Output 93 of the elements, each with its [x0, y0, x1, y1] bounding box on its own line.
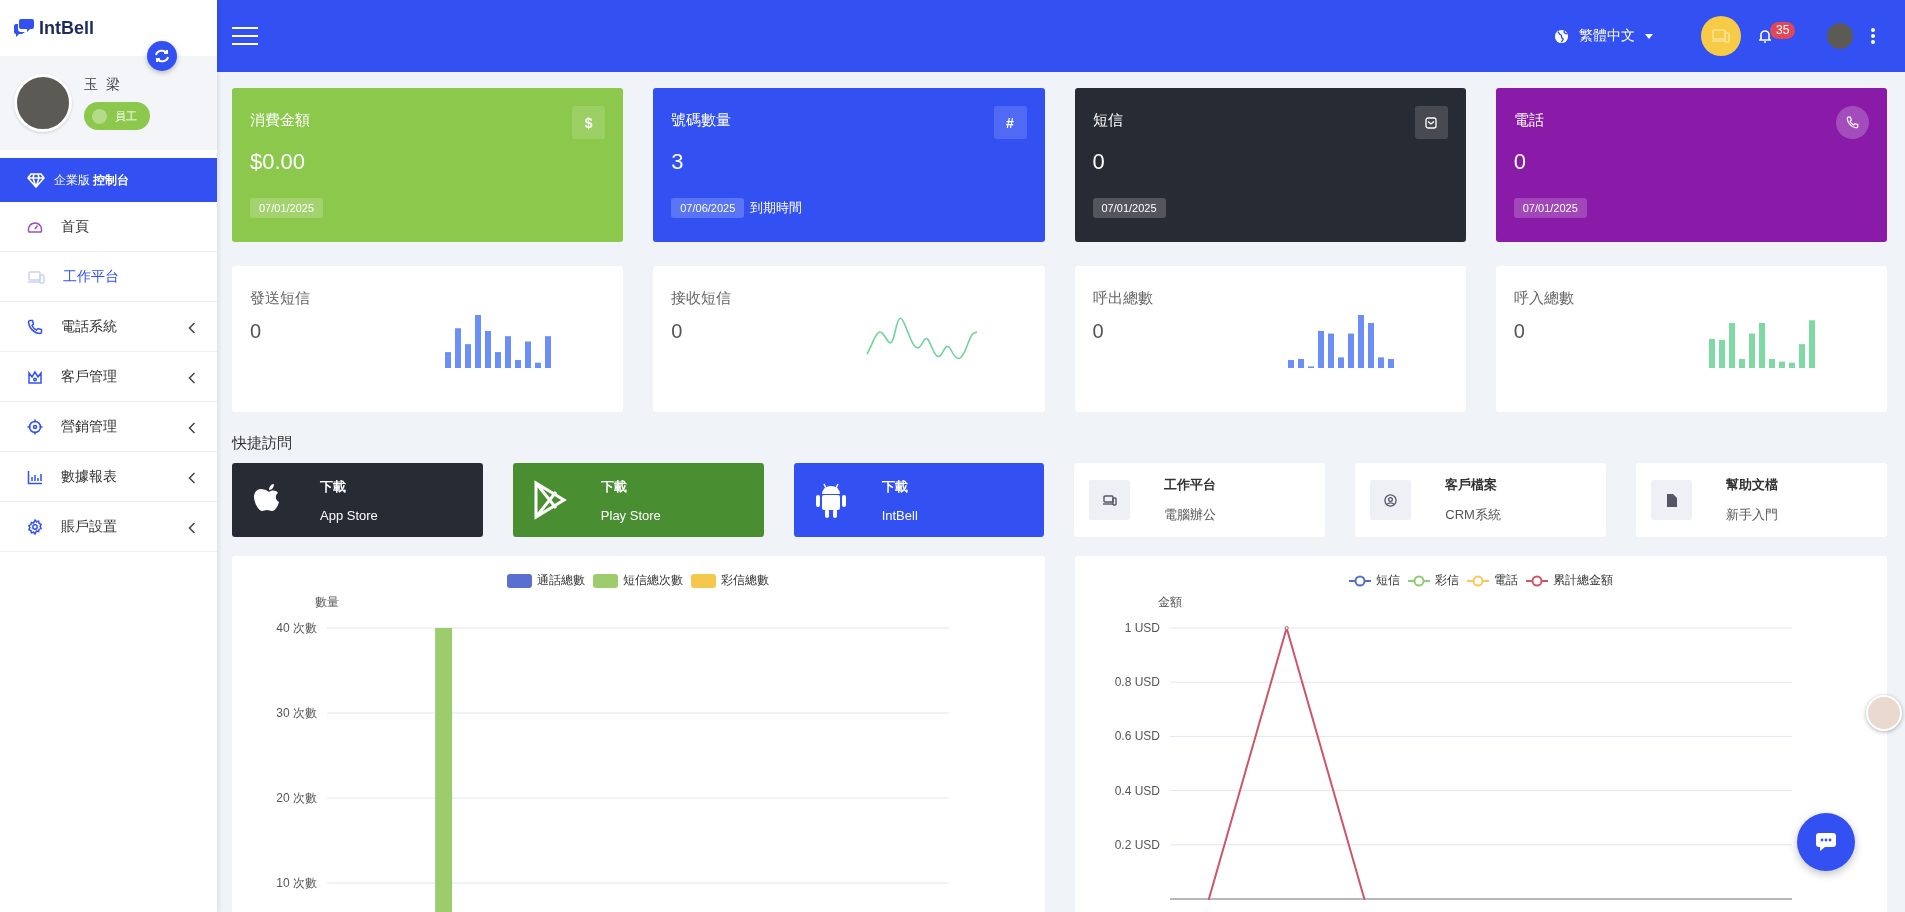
- play-triangle-icon: [532, 480, 567, 520]
- card-value: 0: [1513, 320, 1526, 343]
- card-title: 消費金額: [250, 110, 310, 130]
- legend-item[interactable]: 電話: [1466, 572, 1518, 589]
- download-card[interactable]: 下載 IntBell: [793, 463, 1045, 537]
- diamond-icon: [27, 172, 45, 188]
- legend-item[interactable]: 短信總次數: [593, 572, 684, 589]
- axis-tick-label: 0.2 USD: [1114, 837, 1160, 852]
- phone-icon: [1846, 116, 1859, 129]
- laptop-icon: [27, 268, 45, 285]
- card-title: 短信: [1092, 110, 1123, 130]
- axis-tick-label: 10 次數: [276, 876, 317, 890]
- sidebar-item[interactable]: 賬戶設置: [0, 502, 217, 552]
- laptop-icon: [1103, 494, 1117, 506]
- expiry-label: 到期時間: [750, 199, 803, 217]
- date-badge: 07/01/2025: [1092, 198, 1166, 218]
- legend-swatch: [691, 573, 717, 588]
- envelope-icon: [1425, 116, 1438, 129]
- shortcut-card[interactable]: 工作平台 電腦辦公: [1074, 463, 1326, 537]
- legend-marker: [1348, 574, 1371, 587]
- card-title: 發送短信: [250, 288, 311, 308]
- document-icon: [1666, 493, 1678, 507]
- date-badge: 07/06/2025: [671, 198, 745, 218]
- download-card[interactable]: 下載 App Store: [232, 463, 483, 537]
- date-badge: 07/01/2025: [1513, 198, 1587, 218]
- legend-item[interactable]: 通話總數: [507, 572, 586, 589]
- user-avatar: [14, 74, 72, 132]
- bar-chart-icon: [27, 468, 43, 485]
- shortcut-card[interactable]: 客戶檔案 CRM系統: [1355, 463, 1607, 537]
- card-title: 接收短信: [671, 288, 733, 308]
- data-point: [1284, 625, 1289, 631]
- section-title: 快捷訪問: [232, 434, 293, 452]
- legend-marker: [1466, 574, 1489, 587]
- card-value: 0: [671, 320, 684, 343]
- legend-item[interactable]: 累計總金額: [1525, 572, 1613, 589]
- legend-swatch: [593, 573, 619, 588]
- logo-text: IntBell: [39, 17, 94, 39]
- symbol-tile: $: [572, 106, 606, 139]
- axis-tick-label: 0.6 USD: [1114, 729, 1160, 744]
- more-icon[interactable]: [1871, 28, 1875, 44]
- legend-item[interactable]: 彩信: [1407, 572, 1459, 589]
- legend-marker: [1407, 574, 1430, 587]
- refresh-button[interactable]: [147, 41, 177, 71]
- sidebar-item[interactable]: 首頁: [0, 202, 217, 252]
- card-title: 號碼數量: [671, 110, 732, 130]
- gear-icon: [27, 518, 43, 535]
- legend-item[interactable]: 短信: [1348, 572, 1400, 589]
- phone-icon: [27, 318, 43, 335]
- sidebar-item[interactable]: 工作平台: [0, 252, 217, 302]
- legend-swatch: [507, 573, 533, 588]
- legend-item[interactable]: 彩信總數: [691, 572, 770, 589]
- card-value: 0: [1092, 148, 1105, 176]
- sidebar-item[interactable]: 數據報表: [0, 452, 217, 502]
- notification-badge: 35: [1770, 22, 1796, 39]
- laptop-icon: [1711, 28, 1731, 44]
- bell-icon[interactable]: [1759, 29, 1771, 43]
- globe-icon: [1554, 28, 1569, 44]
- menu-icon[interactable]: [232, 27, 258, 45]
- card-value: 0: [1092, 320, 1105, 343]
- crosshair-icon: [27, 418, 43, 435]
- sidebar-item[interactable]: 電話系統: [0, 302, 217, 352]
- axis-tick-label: 1 USD: [1124, 621, 1160, 635]
- date-badge: 07/01/2025: [250, 198, 324, 218]
- axis-tick-label: 20 次數: [276, 791, 317, 805]
- shortcut-card[interactable]: 幫助文檔 新手入門: [1636, 463, 1887, 537]
- axis-title: 金額: [1157, 595, 1182, 609]
- axis-tick-label: 40 次數: [276, 621, 317, 635]
- user-name: 玉 梁: [84, 76, 123, 94]
- card-value: 0: [250, 320, 263, 343]
- card-title: 呼入總數: [1513, 288, 1575, 308]
- download-card[interactable]: 下載 Play Store: [512, 463, 764, 537]
- workspace-button[interactable]: [1701, 16, 1741, 56]
- chat-bubble-icon: [1815, 832, 1837, 852]
- card-title: 呼出總數: [1092, 288, 1154, 308]
- card-value: $0.00: [250, 148, 306, 176]
- user-circle-icon: [1384, 493, 1398, 507]
- chat-bubbles-icon: [13, 18, 35, 38]
- axis-tick-label: 0.4 USD: [1114, 783, 1160, 798]
- sidebar-item[interactable]: 客戶管理: [0, 352, 217, 402]
- symbol-tile: #: [993, 106, 1027, 139]
- card-title: 電話: [1513, 110, 1544, 130]
- console-label: 企業版 控制台: [54, 171, 130, 189]
- card-value: 3: [671, 148, 684, 176]
- sidebar-item[interactable]: 營銷管理: [0, 402, 217, 452]
- language-dropdown[interactable]: 繁體中文: [1554, 27, 1653, 45]
- legend-marker: [1525, 574, 1548, 587]
- refresh-icon: [154, 49, 170, 63]
- axis-tick-label: 0.8 USD: [1114, 675, 1160, 690]
- axis-title: 數量: [315, 595, 339, 609]
- crown-icon: [27, 368, 43, 385]
- card-value: 0: [1513, 148, 1526, 176]
- axis-tick-label: 30 次數: [276, 706, 317, 720]
- caret-icon: [1645, 33, 1653, 39]
